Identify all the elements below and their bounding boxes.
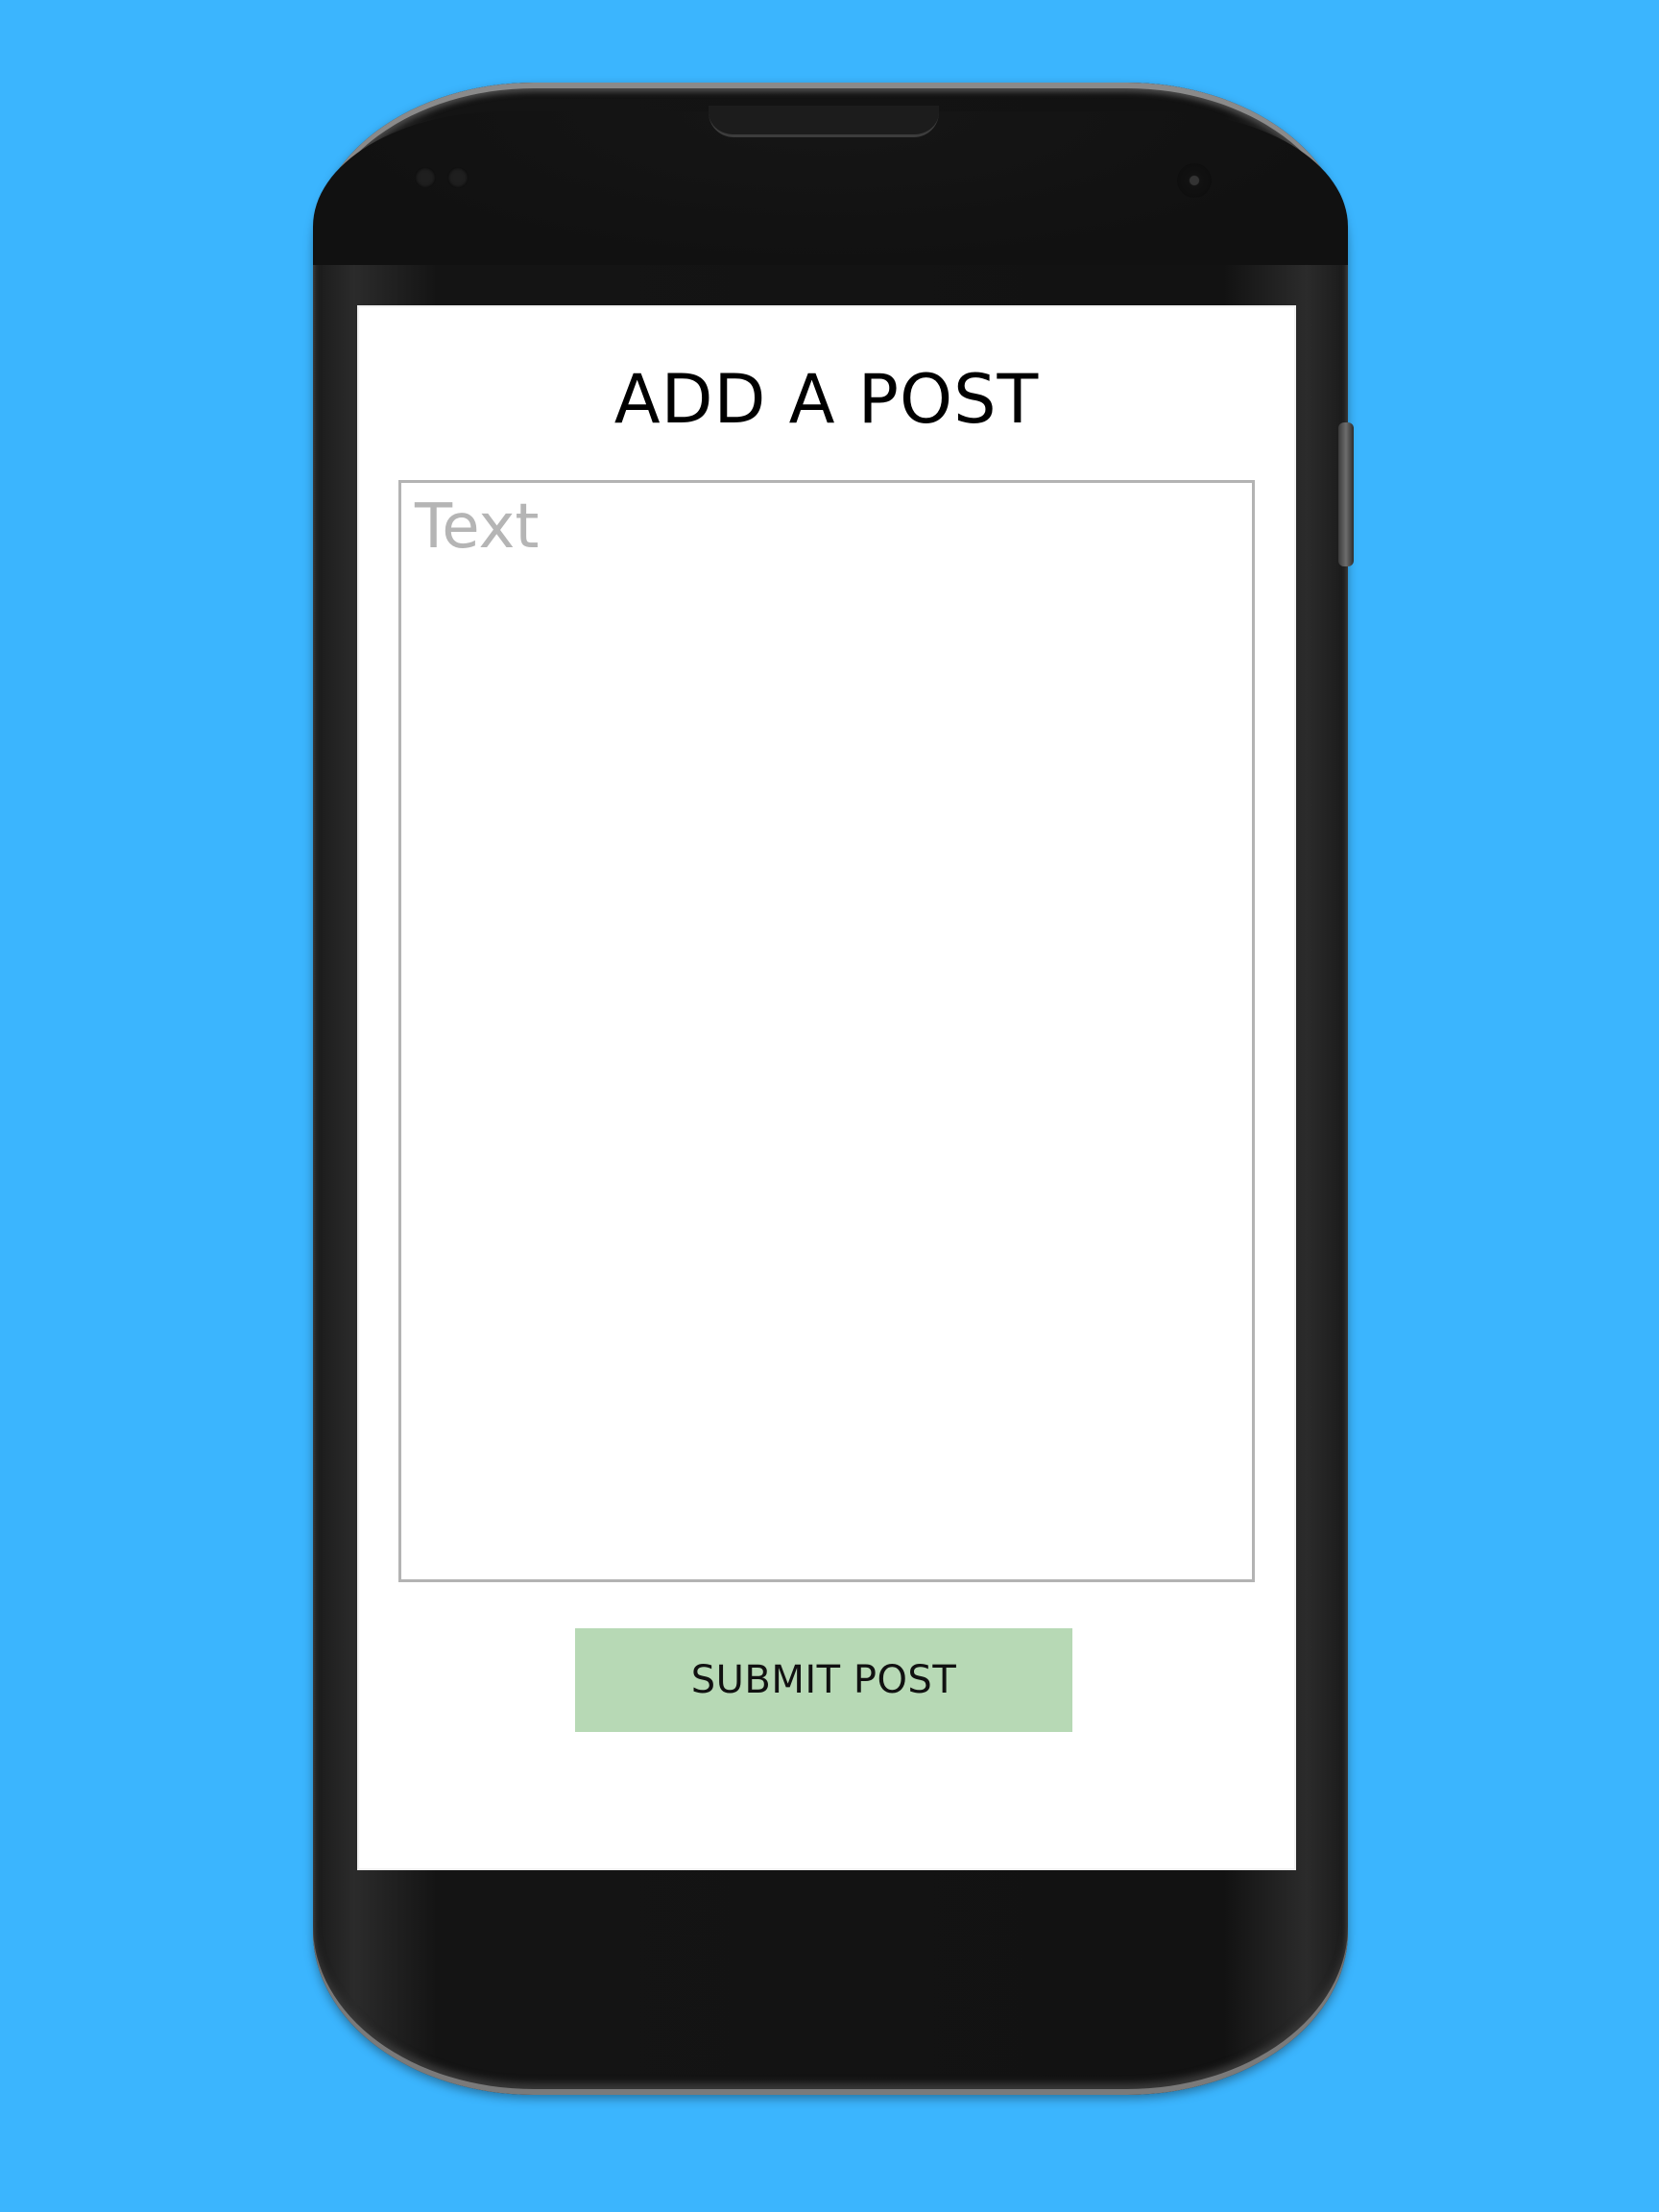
light-sensor-icon [447,167,469,188]
proximity-sensor-icon [415,167,436,188]
post-text-input[interactable] [398,480,1255,1582]
add-post-screen: ADD A POST SUBMIT POST [357,305,1296,1870]
front-camera-icon [1177,163,1212,198]
power-button [1338,422,1354,566]
earpiece-speaker [709,106,939,137]
page-title: ADD A POST [613,360,1040,439]
submit-post-button[interactable]: SUBMIT POST [575,1628,1072,1732]
